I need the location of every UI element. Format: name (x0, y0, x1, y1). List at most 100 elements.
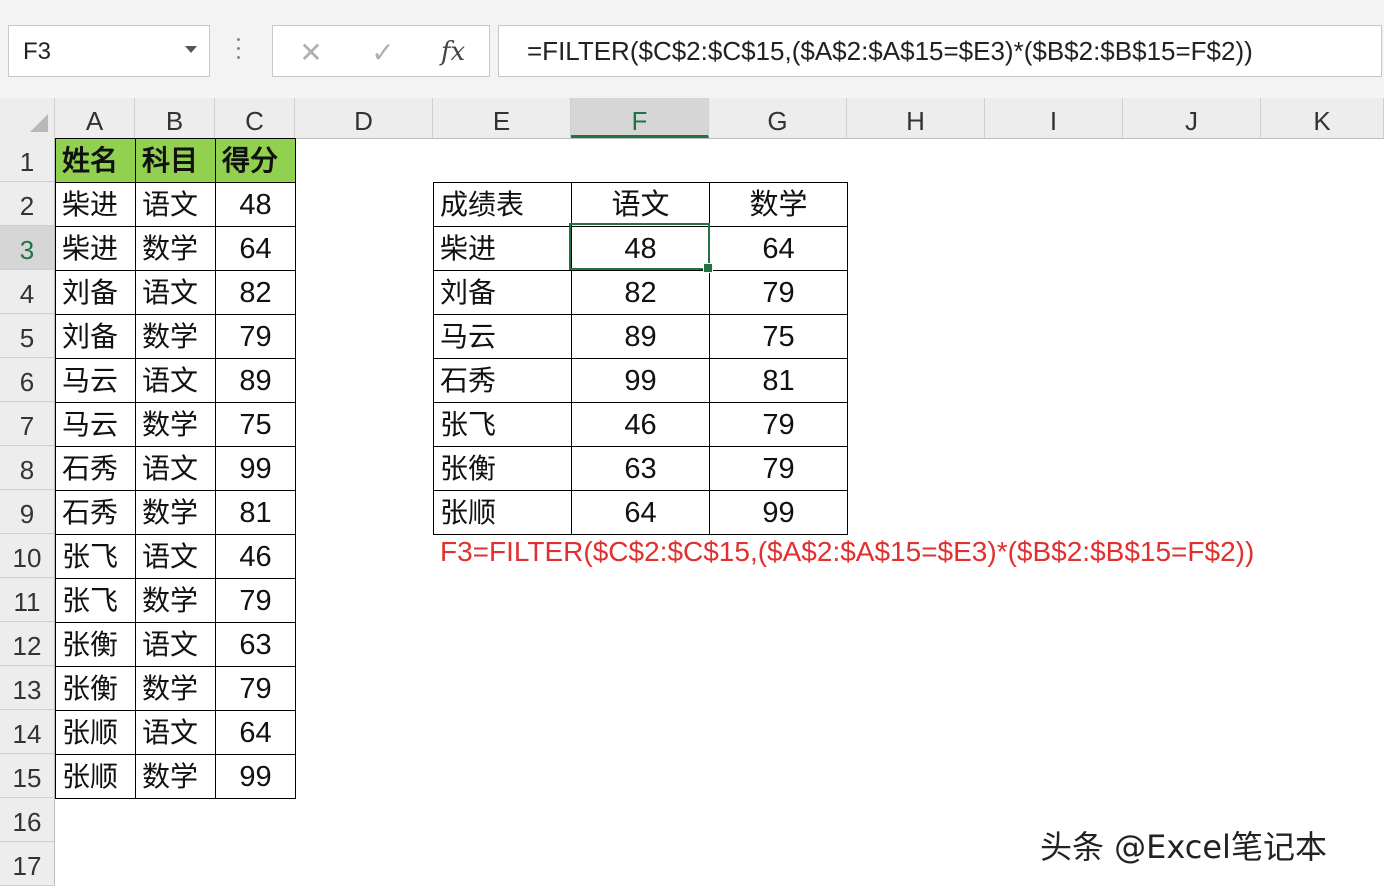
source-table-cell[interactable]: 语文 (135, 358, 216, 403)
source-table-cell[interactable]: 79 (215, 666, 296, 711)
row-header-13[interactable]: 13 (0, 666, 54, 710)
source-table-cell[interactable]: 82 (215, 270, 296, 315)
source-table-cell[interactable]: 柴进 (55, 226, 136, 271)
column-header-d[interactable]: D (295, 98, 433, 138)
row-header-6[interactable]: 6 (0, 358, 54, 402)
result-table-cell[interactable]: 63 (571, 446, 710, 491)
column-header-i[interactable]: I (985, 98, 1123, 138)
source-table-cell[interactable]: 语文 (135, 534, 216, 579)
enter-icon[interactable]: ✓ (365, 34, 401, 70)
source-table-cell[interactable]: 语文 (135, 182, 216, 227)
source-table-cell[interactable]: 张衡 (55, 622, 136, 667)
source-table-cell[interactable]: 79 (215, 314, 296, 359)
row-header-15[interactable]: 15 (0, 754, 54, 798)
source-table-cell[interactable]: 张飞 (55, 578, 136, 623)
result-header-cell[interactable]: 语文 (571, 182, 710, 227)
column-header-e[interactable]: E (433, 98, 571, 138)
result-table-cell[interactable]: 64 (709, 226, 848, 271)
result-table-cell[interactable]: 79 (709, 402, 848, 447)
source-table-cell[interactable]: 89 (215, 358, 296, 403)
row-header-14[interactable]: 14 (0, 710, 54, 754)
source-table-cell[interactable]: 数学 (135, 666, 216, 711)
source-header-cell[interactable]: 姓名 (55, 138, 136, 183)
source-table-cell[interactable]: 数学 (135, 314, 216, 359)
source-table-cell[interactable]: 柴进 (55, 182, 136, 227)
cancel-icon[interactable]: ✕ (293, 34, 329, 70)
source-table-cell[interactable]: 79 (215, 578, 296, 623)
source-table-cell[interactable]: 语文 (135, 710, 216, 755)
source-table-cell[interactable]: 81 (215, 490, 296, 535)
source-table-cell[interactable]: 数学 (135, 490, 216, 535)
source-table-cell[interactable]: 马云 (55, 402, 136, 447)
source-table-cell[interactable]: 石秀 (55, 446, 136, 491)
row-header-8[interactable]: 8 (0, 446, 54, 490)
column-header-a[interactable]: A (55, 98, 135, 138)
insert-function-icon[interactable]: fx (435, 34, 471, 70)
result-table-cell[interactable]: 81 (709, 358, 848, 403)
source-table-cell[interactable]: 马云 (55, 358, 136, 403)
row-header-1[interactable]: 1 (0, 138, 54, 182)
result-table-cell[interactable]: 柴进 (433, 226, 572, 271)
source-table-cell[interactable]: 46 (215, 534, 296, 579)
source-table-cell[interactable]: 语文 (135, 622, 216, 667)
source-table-cell[interactable]: 语文 (135, 446, 216, 491)
result-header-cell[interactable]: 数学 (709, 182, 848, 227)
result-table-cell[interactable]: 79 (709, 446, 848, 491)
select-all-button[interactable] (0, 98, 55, 138)
source-table-cell[interactable]: 张顺 (55, 710, 136, 755)
source-table-cell[interactable]: 刘备 (55, 314, 136, 359)
source-table-cell[interactable]: 数学 (135, 578, 216, 623)
row-header-10[interactable]: 10 (0, 534, 54, 578)
column-header-f[interactable]: F (571, 98, 709, 138)
source-table-cell[interactable]: 99 (215, 754, 296, 799)
source-table-cell[interactable]: 75 (215, 402, 296, 447)
result-table-cell[interactable]: 马云 (433, 314, 572, 359)
source-table-cell[interactable]: 数学 (135, 754, 216, 799)
column-header-k[interactable]: K (1261, 98, 1384, 138)
result-table-cell[interactable]: 79 (709, 270, 848, 315)
source-table-cell[interactable]: 张飞 (55, 534, 136, 579)
result-table-cell[interactable]: 82 (571, 270, 710, 315)
source-table-cell[interactable]: 语文 (135, 270, 216, 315)
source-table-cell[interactable]: 64 (215, 226, 296, 271)
result-table-cell[interactable]: 99 (709, 490, 848, 535)
source-table-cell[interactable]: 99 (215, 446, 296, 491)
row-header-2[interactable]: 2 (0, 182, 54, 226)
row-header-7[interactable]: 7 (0, 402, 54, 446)
row-header-16[interactable]: 16 (0, 798, 54, 842)
row-header-12[interactable]: 12 (0, 622, 54, 666)
source-table-cell[interactable]: 48 (215, 182, 296, 227)
result-table-cell[interactable]: 99 (571, 358, 710, 403)
active-cell-selection[interactable] (569, 223, 713, 273)
source-table-cell[interactable]: 石秀 (55, 490, 136, 535)
source-table-cell[interactable]: 张顺 (55, 754, 136, 799)
result-table-cell[interactable]: 89 (571, 314, 710, 359)
source-table-cell[interactable]: 数学 (135, 402, 216, 447)
fill-handle[interactable] (703, 263, 713, 273)
source-header-cell[interactable]: 得分 (215, 138, 296, 183)
name-box[interactable]: F3 (8, 25, 210, 77)
row-header-9[interactable]: 9 (0, 490, 54, 534)
result-table-cell[interactable]: 张衡 (433, 446, 572, 491)
result-table-cell[interactable]: 张顺 (433, 490, 572, 535)
source-table-cell[interactable]: 数学 (135, 226, 216, 271)
column-header-j[interactable]: J (1123, 98, 1261, 138)
result-table-cell[interactable]: 64 (571, 490, 710, 535)
result-table-cell[interactable]: 石秀 (433, 358, 572, 403)
row-header-5[interactable]: 5 (0, 314, 54, 358)
result-table-cell[interactable]: 75 (709, 314, 848, 359)
drag-handle-icon[interactable] (236, 38, 242, 64)
result-table-cell[interactable]: 刘备 (433, 270, 572, 315)
column-header-b[interactable]: B (135, 98, 215, 138)
chevron-down-icon[interactable] (185, 46, 197, 53)
row-header-4[interactable]: 4 (0, 270, 54, 314)
row-header-11[interactable]: 11 (0, 578, 54, 622)
row-header-3[interactable]: 3 (0, 226, 54, 270)
source-table-cell[interactable]: 63 (215, 622, 296, 667)
row-header-17[interactable]: 17 (0, 842, 54, 886)
result-table-cell[interactable]: 张飞 (433, 402, 572, 447)
source-header-cell[interactable]: 科目 (135, 138, 216, 183)
column-header-c[interactable]: C (215, 98, 295, 138)
formula-input[interactable]: =FILTER($C$2:$C$15,($A$2:$A$15=$E3)*($B$… (498, 25, 1382, 77)
source-table-cell[interactable]: 64 (215, 710, 296, 755)
